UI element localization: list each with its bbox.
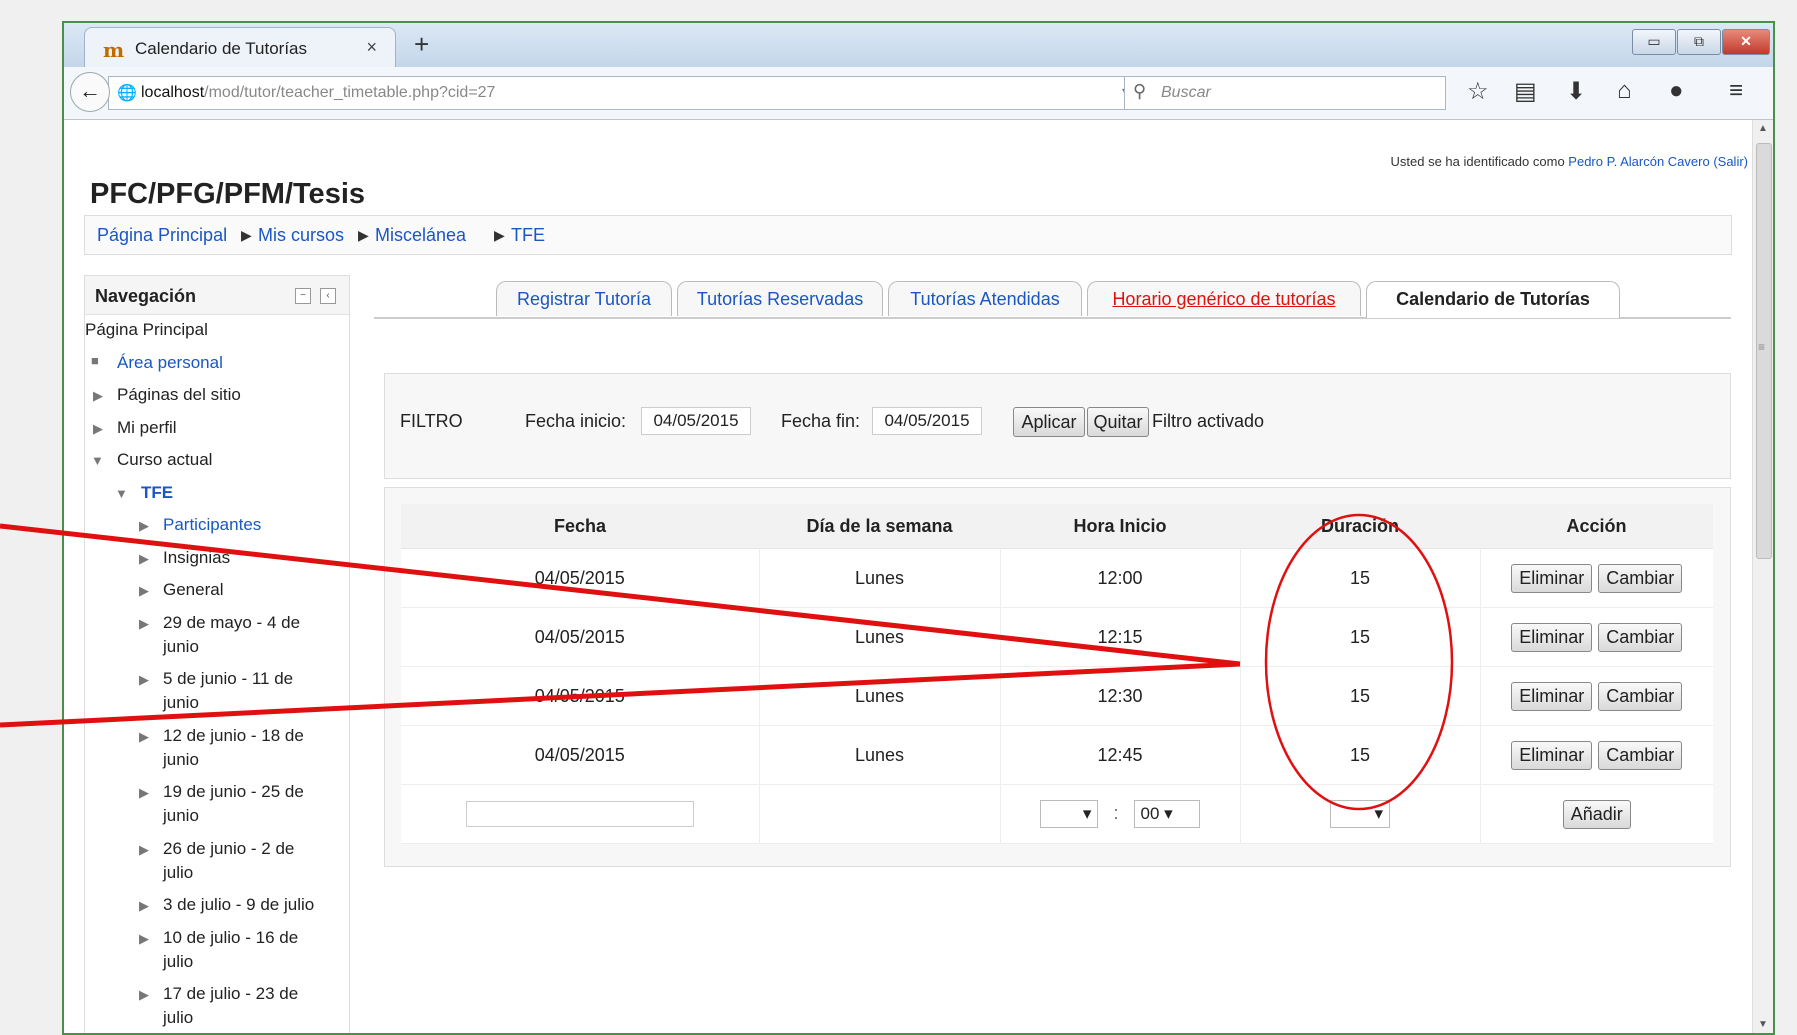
annotation-overlay xyxy=(0,513,1454,811)
annotation-arrow-line-1 xyxy=(0,523,1241,667)
annotation-ellipse xyxy=(1264,513,1454,811)
annotation-arrow-line-2 xyxy=(0,661,1241,728)
